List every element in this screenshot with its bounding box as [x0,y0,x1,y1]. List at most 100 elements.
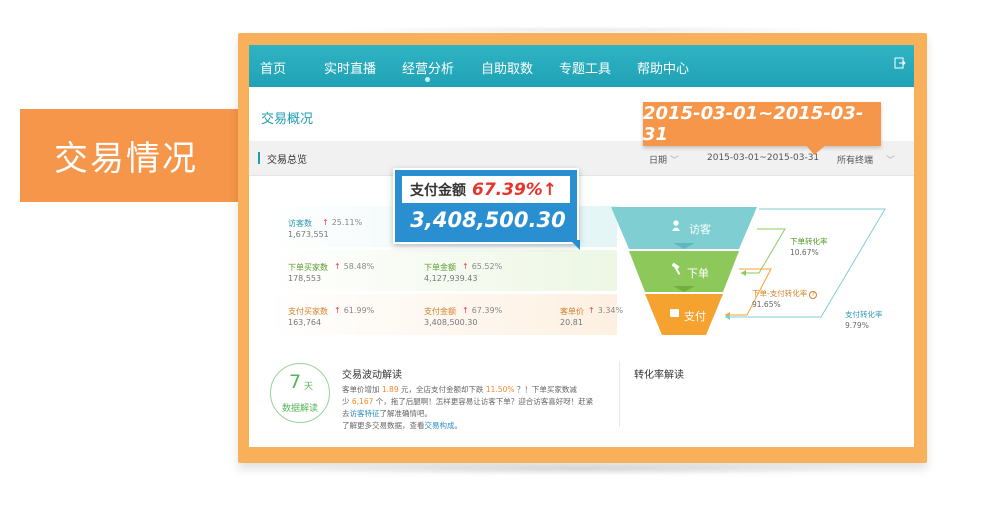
callout-pay-pct: 67.39%↑ [472,179,558,200]
section-title: 交易概况 [261,112,314,127]
text: 少 [342,397,352,406]
text: 了解更多交易数据，查看 [342,421,425,430]
callout-pay-value: 3,408,500.30 [410,208,566,232]
arrow-up-icon: ↑ [322,218,329,227]
metric-pct: 67.39% [471,306,503,315]
order-rate-value: 10.67% [790,248,819,257]
metric-pct: 65.52% [471,262,503,271]
funnel-label-visitor: 访客 [689,223,711,236]
badge-number: 7 [289,371,302,393]
frame-shadow [300,463,860,475]
metric-value: 1,673,551 [288,230,329,239]
arrow-up-icon: ↑ [334,262,341,271]
metric-change: ↑ 67.39% [462,306,502,315]
metric-label: 访客数 [288,219,312,228]
metric-label: 支付买家数 [288,307,328,316]
callout-header: 支付金额 67.39%↑ [402,176,570,203]
overview-title: 交易总览 [267,155,307,166]
metric-value: 20.81 [560,318,583,327]
funnel-visitor [611,207,757,249]
order-pay-rate-label: 下单-支付转化率? [752,288,818,299]
terminal-label: 所有终端 [837,156,874,166]
metric-label: 客单价 [560,307,584,316]
metric-label: 下单金额 [424,263,456,272]
arrow-up-icon: ↑ [462,262,469,271]
callout-tail [570,240,580,250]
badge-unit: 天 [304,382,314,392]
arrow-up-icon: ↑ [588,306,595,315]
metric-pct: 61.99% [343,306,375,315]
metric-change: ↑ 61.99% [334,306,374,315]
highlight-value: 11.50% [485,385,515,394]
funnel-label-order: 下单 [687,267,709,280]
text: 了解准确情吧。 [379,409,433,418]
metric-label: 支付金额 [424,307,456,316]
section-divider [619,361,620,427]
date-label: 日期 [649,156,668,166]
analysis-line-2: 少 6,167 个，拖了后腿啊！怎样更容易让访客下单？迎合访客喜好呀！赶紧 [342,396,593,407]
banner-label: 交易情况 [54,139,198,179]
top-nav: 首页 实时直播 经营分析 自助取数 专题工具 帮助中心 [249,45,914,87]
funnel-order [629,251,739,292]
callout-tail [806,145,826,155]
text: 客单价增加 [342,385,382,394]
arrow-up-icon: ↑ [462,306,469,315]
help-icon[interactable]: ? [809,291,818,299]
analysis-title: 交易波动解读 [342,370,402,381]
metric-value: 4,127,939.43 [424,274,478,283]
metric-change: ↑ 58.48% [334,262,374,271]
text: 去 [342,409,350,418]
text: ？！下单买家数减 [514,385,577,394]
wallet-icon [670,309,679,317]
metric-label: 下单买家数 [288,263,328,272]
analysis-line-1: 客单价增加 1.89 元，全店支付金额却下跌 11.50% ？！下单买家数减 [342,384,577,395]
nav-item-help[interactable]: 帮助中心 [637,58,689,77]
connector-arrow [741,270,746,276]
highlight-value: 1.89 [381,385,399,394]
connector-order-rate [741,228,786,274]
metric-pct: 58.48% [343,262,375,271]
chevron-down-icon: ﹀ [669,156,679,166]
analysis-line-4: 了解更多交易数据，查看交易构成。 [342,420,462,431]
date-dropdown[interactable]: 日期 ﹀ [649,153,679,166]
text: 个，拖了后腿啊！怎样更容易让访客下单？迎合访客喜好呀！赶紧 [373,397,594,406]
arrow-up-icon: ↑ [334,306,341,315]
metric-value: 163,764 [288,318,322,327]
nav-active-indicator [425,77,430,82]
highlight-value: 6,167 [351,397,374,406]
order-rate-label: 下单转化率 [790,237,828,246]
metric-change: ↑ 65.52% [462,262,502,271]
badge-text: 数据解读 [281,404,318,414]
order-pay-rate-value: 91.65% [752,300,781,309]
text: 。 [454,421,463,430]
visitor-features-link[interactable]: 访客特征 [350,409,380,418]
nav-item-analysis[interactable]: 经营分析 [402,58,454,77]
metric-value: 178,553 [288,274,322,283]
feature-label-banner: 交易情况 [20,109,238,202]
terminal-dropdown[interactable]: 所有终端 ﹀ [837,153,895,166]
text: 元，全店支付金额却下跌 [398,385,486,394]
chevron-down-icon: ﹀ [885,156,895,166]
analysis-line-3: 去访客特征了解准确情吧。 [342,408,432,419]
nav-item-home[interactable]: 首页 [260,58,286,77]
conversion-section-title: 转化率解读 [634,370,684,381]
payment-callout: 支付金额 67.39%↑ 3,408,500.30 [393,168,579,244]
nav-item-live[interactable]: 实时直播 [324,58,376,77]
nav-item-data[interactable]: 自助取数 [481,58,533,77]
callout-pay-label: 支付金额 [410,182,466,199]
seven-day-badge: 7 天 数据解读 [270,363,330,423]
metric-value: 3,408,500.30 [424,318,478,327]
title-accent-bar [258,152,260,164]
funnel-label-pay: 支付 [684,310,706,323]
date-range: 2015-03-01~2015-03-31 [707,153,820,163]
pay-rate-label: 支付转化率 [845,310,883,319]
nav-item-tools[interactable]: 专题工具 [559,58,611,77]
date-range-callout: 2015-03-01~2015-03-31 [643,102,881,146]
trade-composition-link[interactable]: 交易构成 [425,421,455,430]
callout-date-text: 2015-03-01~2015-03-31 [643,103,864,145]
metric-pct: 25.11% [331,218,363,227]
exit-icon[interactable] [894,57,906,69]
order-pay-rate-text: 下单-支付转化率 [752,289,808,298]
pay-rate-value: 9.79% [845,321,869,330]
metric-change: ↑ 25.11% [322,218,362,227]
